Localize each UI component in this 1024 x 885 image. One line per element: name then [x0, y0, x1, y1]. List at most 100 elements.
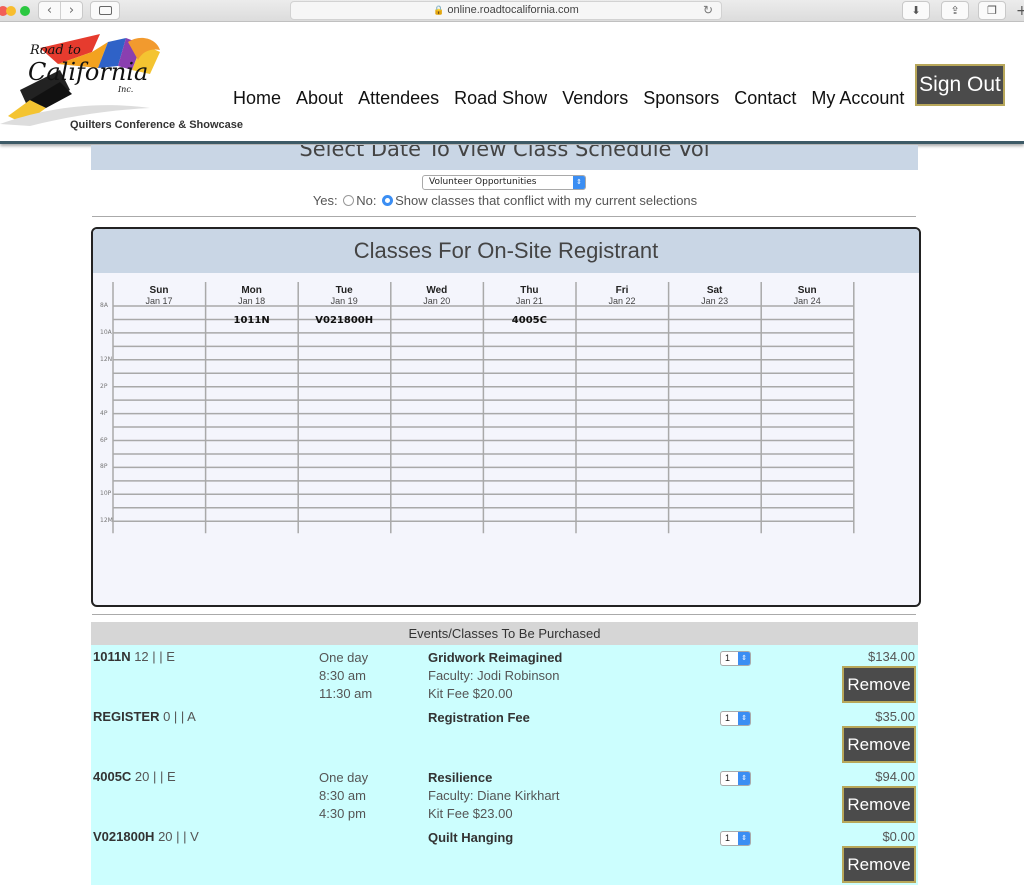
no-label: No: — [356, 193, 377, 208]
nav-my-account[interactable]: My Account — [811, 88, 904, 109]
calendar-title: Classes For On-Site Registrant — [93, 229, 919, 273]
event-row: 4005C 20 | | E One day 8:30 am 4:30 pm Resil… — [91, 765, 918, 825]
remove-button[interactable]: Remove — [842, 666, 916, 703]
calendar-event[interactable]: V021800H — [298, 315, 390, 326]
select-arrows-icon: ⇕ — [738, 652, 750, 665]
day-name: Wed — [426, 285, 448, 296]
remove-button[interactable]: Remove — [842, 846, 916, 883]
event-row: 1011N 12 | | E One day 8:30 am 11:30 am Grid… — [91, 645, 918, 705]
day-name: Sun — [149, 285, 169, 296]
nav-road-show[interactable]: Road Show — [454, 88, 547, 109]
day-date: Jan 22 — [608, 296, 636, 306]
calendar-event[interactable]: 4005C — [483, 315, 575, 326]
event-code: 1011N 12 | | E — [93, 649, 175, 664]
time-label: 4P — [100, 409, 108, 417]
event-detail: Faculty: Diane Kirkhart — [428, 788, 560, 803]
event-when-line: One day — [319, 770, 369, 785]
logo-text-inc: Inc. — [117, 85, 133, 94]
event-when-line: 11:30 am — [319, 686, 373, 701]
quantity-value: 1 — [725, 773, 731, 783]
main-nav: Home About Attendees Road Show Vendors S… — [233, 88, 904, 109]
event-when: One day 8:30 am 4:30 pm — [319, 769, 368, 823]
nav-home[interactable]: Home — [233, 88, 281, 109]
time-label: 6P — [100, 436, 108, 444]
share-icon[interactable]: ⇪ — [941, 1, 969, 20]
no-radio[interactable] — [382, 195, 394, 206]
event-when-line: 4:30 pm — [319, 806, 366, 821]
day-date: Jan 19 — [330, 296, 358, 306]
quantity-value: 1 — [725, 713, 731, 723]
time-label: 12N — [100, 355, 113, 363]
divider — [92, 216, 916, 217]
time-label: 2P — [100, 382, 108, 390]
remove-button[interactable]: Remove — [842, 786, 916, 823]
class-calendar: Classes For On-Site Registrant Sun Jan 17… — [91, 227, 921, 607]
quantity-value: 1 — [725, 833, 731, 843]
calendar-event[interactable]: 1011N — [206, 315, 298, 326]
yes-radio[interactable] — [343, 195, 355, 206]
schedule-select[interactable]: Volunteer Opportunities ⇕ — [422, 175, 586, 190]
event-price: $134.00 — [868, 649, 915, 664]
event-code: REGISTER 0 | | A — [93, 709, 196, 724]
tabs-overview-icon[interactable]: ❐ — [978, 1, 1006, 20]
back-arrow-icon[interactable]: ‹ — [39, 2, 61, 19]
calendar-day-header: Fri Jan 22 — [576, 285, 668, 306]
event-detail: Kit Fee $20.00 — [428, 686, 513, 701]
nav-about[interactable]: About — [296, 88, 343, 109]
quantity-select[interactable]: 1 ⇕ — [720, 711, 751, 726]
event-code: V021800H 20 | | V — [93, 829, 199, 844]
minimize-window-icon[interactable] — [6, 6, 16, 16]
remove-button[interactable]: Remove — [842, 726, 916, 763]
calendar-day-header: Mon Jan 18 — [206, 285, 298, 306]
event-code-id: 4005C — [93, 769, 132, 784]
site-logo[interactable]: Road to California Inc. — [0, 30, 262, 126]
yes-label: Yes: — [312, 193, 338, 208]
schedule-header: Select Date To View Class Schedule Vol — [91, 145, 918, 170]
lock-icon: 🔒 — [433, 5, 445, 15]
select-arrows-icon: ⇕ — [738, 832, 750, 845]
events-header: Events/Classes To Be Purchased — [91, 622, 918, 645]
quantity-select[interactable]: 1 ⇕ — [720, 831, 751, 846]
day-date: Jan 20 — [423, 296, 451, 306]
time-label: 10A — [100, 328, 112, 336]
event-when-line: 8:30 am — [319, 788, 366, 803]
new-tab-icon[interactable]: + — [1016, 3, 1024, 19]
select-arrows-icon: ⇕ — [738, 712, 750, 725]
conflict-options: Yes: No: Show classes that conflict with… — [0, 193, 1010, 208]
calendar-day-header: Thu Jan 21 — [483, 285, 575, 306]
address-bar[interactable]: 🔒 online.roadtocalifornia.com ↻ — [290, 1, 722, 20]
day-date: Jan 24 — [793, 296, 821, 306]
nav-vendors[interactable]: Vendors — [562, 88, 628, 109]
reload-icon[interactable]: ↻ — [703, 2, 713, 19]
event-description: Quilt Hanging — [428, 829, 513, 847]
events-list: 1011N 12 | | E One day 8:30 am 11:30 am Grid… — [91, 645, 918, 885]
day-date: Jan 21 — [515, 296, 543, 306]
history-nav: ‹ › — [38, 1, 83, 20]
calendar-day-header: Wed Jan 20 — [391, 285, 483, 306]
event-title: Resilience — [428, 770, 493, 785]
calendar-day-header: Sat Jan 23 — [669, 285, 761, 306]
day-name: Tue — [335, 285, 353, 296]
time-label: 12M — [100, 517, 113, 525]
time-label: 8P — [100, 463, 108, 471]
nav-sponsors[interactable]: Sponsors — [643, 88, 719, 109]
conflict-label: Show classes that conflict with my curre… — [395, 193, 698, 208]
event-code-id: REGISTER — [93, 709, 160, 724]
day-name: Mon — [241, 285, 262, 296]
nav-attendees[interactable]: Attendees — [358, 88, 439, 109]
quantity-select[interactable]: 1 ⇕ — [720, 651, 751, 666]
event-description: Gridwork Reimagined Faculty: Jodi Robinso… — [428, 649, 562, 703]
nav-contact[interactable]: Contact — [734, 88, 796, 109]
logo-text-main: California — [28, 58, 148, 86]
day-date: Jan 18 — [238, 296, 266, 306]
logo-text-top: Road to — [29, 43, 81, 58]
sign-out-button[interactable]: Sign Out — [915, 64, 1005, 106]
quantity-select[interactable]: 1 ⇕ — [720, 771, 751, 786]
event-detail: Kit Fee $23.00 — [428, 806, 513, 821]
zoom-window-icon[interactable] — [20, 6, 30, 16]
event-description: Resilience Faculty: Diane Kirkhart Kit Fee… — [428, 769, 560, 823]
sidebar-toggle-button[interactable] — [90, 1, 120, 20]
event-when: One day 8:30 am 11:30 am — [319, 649, 372, 703]
download-icon[interactable]: ⬇ — [902, 1, 930, 20]
forward-arrow-icon[interactable]: › — [61, 2, 82, 19]
